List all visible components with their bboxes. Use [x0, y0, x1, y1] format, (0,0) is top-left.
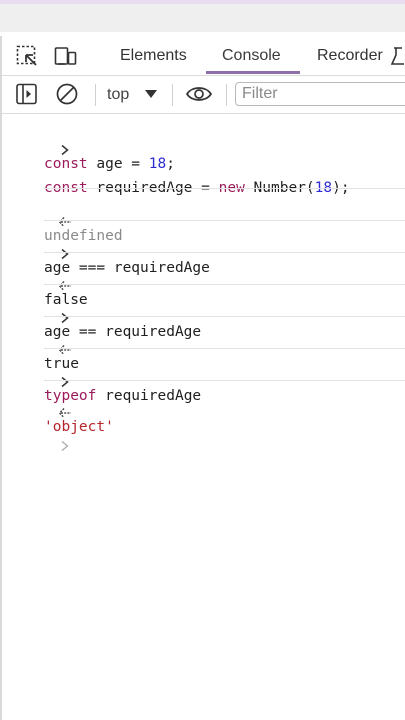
dropdown-arrow-icon[interactable]	[144, 87, 158, 99]
console-input-entry: const age = 18;	[0, 124, 405, 172]
console-input-entry: typeof requiredAge	[0, 356, 405, 404]
context-selector[interactable]: top	[107, 76, 129, 113]
device-toggle-icon[interactable]	[54, 44, 78, 68]
devtools-tab-bar: Elements Console Recorder	[2, 36, 405, 76]
output-prompt-icon	[23, 264, 71, 291]
console-input-entry: age === requiredAge	[0, 228, 405, 276]
input-prompt-icon	[24, 360, 69, 388]
console-output-entry: 'object'	[0, 387, 405, 435]
output-prompt-icon	[23, 328, 71, 355]
sidebar-toggle-icon[interactable]	[15, 82, 39, 106]
input-prompt-icon	[24, 128, 69, 156]
tab-console[interactable]: Console	[222, 36, 281, 75]
inspect-element-icon[interactable]	[15, 44, 39, 68]
output-prompt-icon	[23, 200, 71, 227]
input-prompt-icon	[24, 232, 69, 260]
clear-console-icon[interactable]	[55, 82, 79, 106]
tab-elements[interactable]: Elements	[120, 36, 187, 75]
console-output-entry: false	[0, 260, 405, 308]
console-output-entry: true	[0, 324, 405, 372]
console-prompt[interactable]	[0, 420, 405, 452]
console-output-entry: undefined	[0, 196, 405, 244]
tab-recorder[interactable]: Recorder	[317, 36, 383, 75]
active-tab-indicator	[206, 71, 300, 74]
recorder-flask-icon[interactable]	[390, 44, 405, 68]
live-expression-eye-icon[interactable]	[185, 82, 213, 106]
filter-input[interactable]	[235, 82, 405, 106]
input-prompt-icon	[24, 296, 69, 324]
input-prompt-icon	[24, 424, 69, 452]
console-input-continuation: const requiredAge = new Number(18);	[0, 164, 405, 196]
browser-chrome-band	[0, 4, 405, 32]
console-input-entry: age == requiredAge	[0, 292, 405, 340]
output-prompt-icon	[23, 391, 71, 418]
